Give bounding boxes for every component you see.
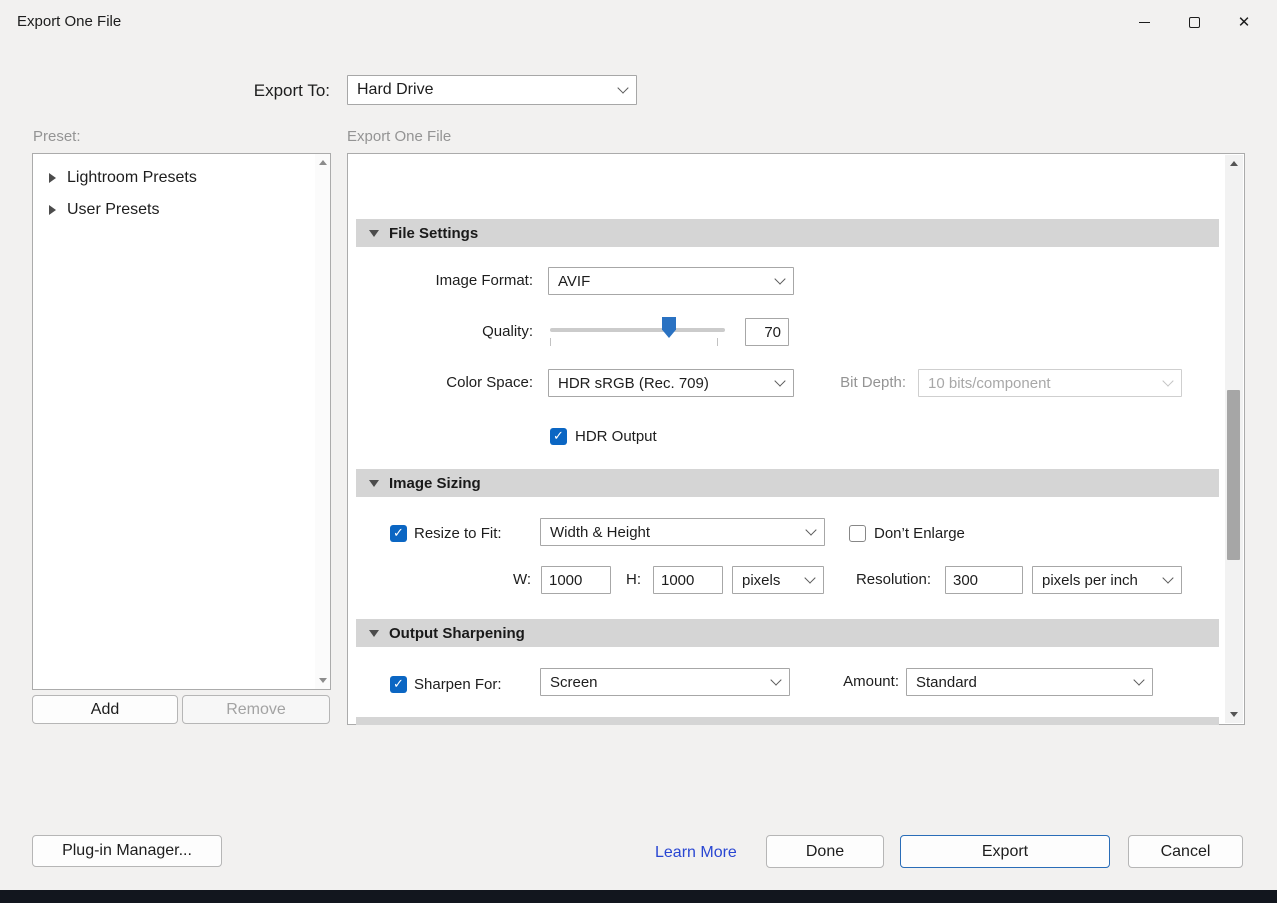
resolution-units-select[interactable]: pixels per inch — [1032, 566, 1182, 594]
close-button[interactable]: ✕ — [1219, 0, 1269, 44]
resize-to-fit-label: Resize to Fit: — [414, 524, 502, 544]
sharpen-for-label: Sharpen For: — [414, 675, 502, 695]
minimize-button[interactable] — [1119, 0, 1169, 44]
output-sharpening-header[interactable]: Output Sharpening — [356, 619, 1219, 647]
titlebar: Export One File ✕ — [0, 0, 1277, 44]
image-format-select[interactable]: AVIF — [548, 267, 794, 295]
amount-label: Amount: — [764, 668, 899, 696]
quality-slider[interactable] — [550, 328, 725, 332]
bit-depth-value: 10 bits/component — [928, 375, 1156, 392]
sharpen-for-value: Screen — [550, 674, 764, 691]
image-format-label: Image Format: — [361, 267, 533, 295]
plugin-manager-button[interactable]: Plug-in Manager... — [32, 835, 222, 867]
resize-to-fit-checkbox[interactable] — [390, 525, 407, 542]
dont-enlarge-label: Don’t Enlarge — [874, 524, 965, 544]
scrollbar-thumb[interactable] — [1227, 390, 1240, 560]
hdr-output-checkbox[interactable] — [550, 428, 567, 445]
preset-list: Lightroom Presets User Presets — [32, 153, 331, 690]
slider-tick — [717, 338, 718, 346]
color-space-label: Color Space: — [361, 369, 533, 397]
minimize-icon — [1139, 22, 1150, 23]
learn-more-link[interactable]: Learn More — [655, 844, 737, 862]
section-title: Output Sharpening — [389, 625, 525, 642]
file-settings-header[interactable]: File Settings — [356, 219, 1219, 247]
amount-value: Standard — [916, 674, 1127, 691]
image-sizing-header[interactable]: Image Sizing — [356, 469, 1219, 497]
triangle-down-icon — [369, 480, 379, 487]
image-format-value: AVIF — [558, 273, 768, 290]
tree-item-label: User Presets — [67, 201, 159, 219]
remove-button: Remove — [182, 695, 330, 724]
done-button[interactable]: Done — [766, 835, 884, 868]
resolution-input[interactable] — [945, 566, 1023, 594]
height-label: H: — [616, 566, 641, 594]
hdr-output-label: HDR Output — [575, 427, 657, 447]
settings-scrollbar[interactable] — [1225, 155, 1243, 723]
tree-item-label: Lightroom Presets — [67, 169, 197, 187]
window-title: Export One File — [17, 13, 121, 30]
settings-panel: File Settings Image Format: AVIF Quality… — [347, 153, 1245, 725]
scroll-down-icon[interactable] — [1230, 712, 1238, 717]
maximize-icon — [1189, 17, 1200, 28]
sharpen-for-checkbox[interactable] — [390, 676, 407, 693]
triangle-right-icon — [49, 173, 56, 183]
export-to-select[interactable]: Hard Drive — [347, 75, 637, 105]
sharpen-for-select[interactable]: Screen — [540, 668, 790, 696]
cancel-button[interactable]: Cancel — [1128, 835, 1243, 868]
add-button[interactable]: Add — [32, 695, 178, 724]
triangle-down-icon — [369, 630, 379, 637]
export-to-label: Export To: — [197, 76, 330, 106]
chevron-down-icon — [805, 524, 816, 535]
tree-item-lightroom-presets[interactable]: Lightroom Presets — [34, 162, 314, 194]
resolution-units-value: pixels per inch — [1042, 572, 1156, 589]
amount-select[interactable]: Standard — [906, 668, 1153, 696]
section-title: Image Sizing — [389, 475, 481, 492]
dont-enlarge-checkbox[interactable] — [849, 525, 866, 542]
chevron-down-icon — [617, 82, 628, 93]
preset-label: Preset: — [33, 128, 81, 145]
resolution-label: Resolution: — [776, 566, 931, 594]
tree-item-user-presets[interactable]: User Presets — [34, 194, 314, 226]
maximize-button[interactable] — [1169, 0, 1219, 44]
scroll-up-icon[interactable] — [319, 160, 327, 165]
export-button[interactable]: Export — [900, 835, 1110, 868]
triangle-right-icon — [49, 205, 56, 215]
slider-tick — [550, 338, 551, 346]
chevron-down-icon — [1162, 572, 1173, 583]
bit-depth-select: 10 bits/component — [918, 369, 1182, 397]
chevron-down-icon — [1162, 375, 1173, 386]
scroll-up-icon[interactable] — [1230, 161, 1238, 166]
bit-depth-label: Bit Depth: — [803, 369, 906, 397]
width-input[interactable] — [541, 566, 611, 594]
resize-mode-value: Width & Height — [550, 524, 799, 541]
preset-list-scrollbar[interactable] — [315, 154, 330, 689]
resize-mode-select[interactable]: Width & Height — [540, 518, 825, 546]
color-space-select[interactable]: HDR sRGB (Rec. 709) — [548, 369, 794, 397]
chevron-down-icon — [774, 375, 785, 386]
color-space-value: HDR sRGB (Rec. 709) — [558, 375, 768, 392]
export-to-value: Hard Drive — [357, 81, 611, 99]
close-icon: ✕ — [1238, 15, 1251, 30]
section-title: File Settings — [389, 225, 478, 242]
quality-slider-thumb[interactable] — [662, 317, 676, 338]
window-controls: ✕ — [1119, 0, 1269, 44]
quality-label: Quality: — [361, 318, 533, 346]
scroll-down-icon[interactable] — [319, 678, 327, 683]
chevron-down-icon — [1133, 674, 1144, 685]
width-label: W: — [506, 566, 531, 594]
quality-input[interactable] — [745, 318, 789, 346]
settings-panel-title: Export One File — [347, 128, 451, 145]
height-input[interactable] — [653, 566, 723, 594]
bottom-edge — [0, 890, 1277, 903]
triangle-down-icon — [369, 230, 379, 237]
partial-section-header — [356, 717, 1219, 725]
chevron-down-icon — [774, 273, 785, 284]
